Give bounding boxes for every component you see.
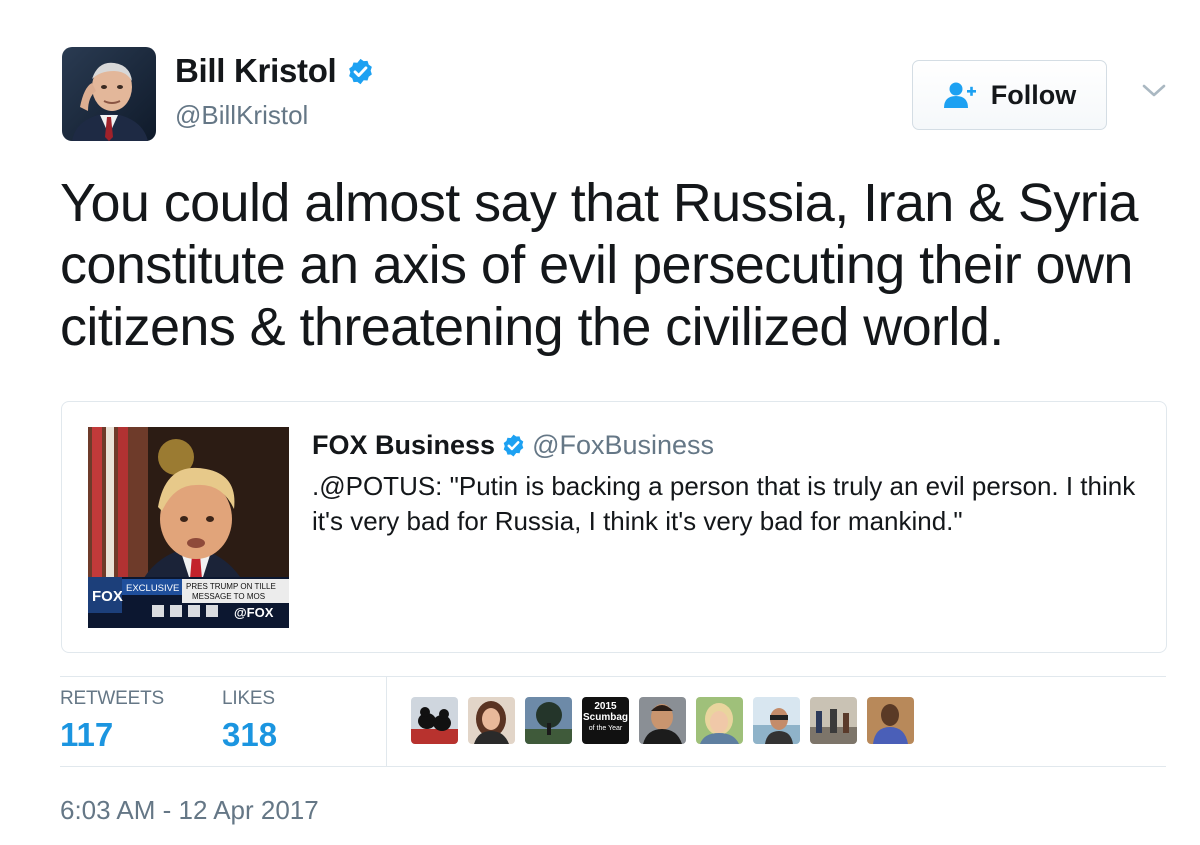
tweet-text: You could almost say that Russia, Iran &… (60, 173, 1139, 357)
media-social-handle: @FOX (234, 605, 274, 620)
media-network-logo: FOX (92, 588, 123, 605)
liker-badge-line1: Scumbag (582, 712, 628, 723)
stats-divider-top (60, 676, 1166, 677)
follow-button-label: Follow (990, 79, 1077, 110)
media-chyron-line1: PRES TRUMP ON TILLE (186, 582, 276, 591)
likers-avatars: 2015 Scumbag of the Year (411, 697, 924, 744)
author-name[interactable]: Bill Kristol (175, 52, 375, 90)
likes-label: LIKES (222, 688, 275, 709)
likes-stat[interactable]: LIKES 318 (222, 688, 277, 754)
liker-avatar[interactable]: 2015 Scumbag of the Year (582, 697, 629, 744)
retweets-count: 117 (60, 716, 114, 753)
retweets-label: RETWEETS (60, 688, 164, 709)
media-chyron-tag: EXCLUSIVE (126, 583, 179, 594)
chevron-down-icon[interactable] (1141, 82, 1167, 100)
liker-avatar[interactable] (468, 697, 515, 744)
liker-avatar[interactable] (810, 697, 857, 744)
media-chyron-line2: MESSAGE TO MOS (192, 592, 265, 601)
author-handle[interactable]: @BillKristol (175, 100, 308, 131)
stats-divider-bottom (60, 766, 1166, 767)
add-user-icon (943, 82, 976, 108)
liker-avatar[interactable] (639, 697, 686, 744)
liker-avatar[interactable] (696, 697, 743, 744)
quoted-tweet[interactable]: FOX EXCLUSIVE PRES TRUMP ON TILLE MESSAG… (61, 401, 1167, 653)
verified-badge-icon (349, 58, 373, 84)
liker-avatar[interactable] (411, 697, 458, 744)
quoted-tweet-header: FOX Business @FoxBusiness (312, 430, 714, 461)
liker-badge-line2: of the Year (588, 725, 623, 732)
tweet-timestamp[interactable]: 6:03 AM - 12 Apr 2017 (60, 795, 319, 826)
liker-avatar[interactable] (753, 697, 800, 744)
likes-count: 318 (222, 716, 278, 753)
quoted-author-name[interactable]: FOX Business (312, 430, 495, 461)
liker-avatar[interactable] (867, 697, 914, 744)
tweet-card: Bill Kristol @BillKristol Follow You cou… (0, 0, 1200, 845)
quoted-author-handle[interactable]: @FoxBusiness (532, 430, 714, 461)
quoted-tweet-text: .@POTUS: "Putin is backing a person that… (312, 471, 1136, 536)
quoted-tweet-media[interactable]: FOX EXCLUSIVE PRES TRUMP ON TILLE MESSAG… (88, 427, 289, 628)
author-name-text[interactable]: Bill Kristol (175, 52, 337, 90)
stats-divider-vertical (386, 676, 387, 766)
liker-avatar[interactable] (525, 697, 572, 744)
liker-badge-year: 2015 (594, 701, 617, 712)
author-avatar[interactable] (62, 47, 156, 141)
follow-button[interactable]: Follow (912, 60, 1107, 130)
verified-badge-icon (503, 434, 524, 457)
retweets-stat[interactable]: RETWEETS 117 (60, 688, 164, 754)
